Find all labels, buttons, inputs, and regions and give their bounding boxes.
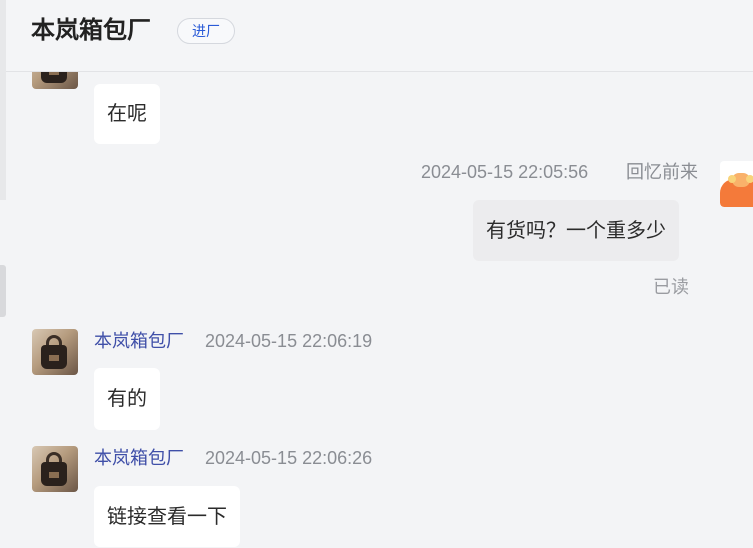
message-time: 2024-05-15 22:05:56 <box>421 162 589 182</box>
shop-title-overlay[interactable]: 本岚箱包厂 <box>31 15 151 47</box>
message-time: 2024-05-15 22:06:19 <box>205 331 373 351</box>
side-panel-handle[interactable] <box>0 265 6 317</box>
shop-avatar-icon[interactable] <box>32 329 78 375</box>
message-time: 2024-05-15 22:06:26 <box>205 448 373 468</box>
message-bubble[interactable]: 链接查看一下 <box>94 486 240 547</box>
message-sender: 回忆前来 <box>626 162 698 182</box>
message-bubble-mine[interactable]: 有货吗？一个重多少 <box>473 200 679 261</box>
chat-window: 本岚箱包厂 进厂 本岚箱包厂 进厂 在呢 2024-05-15 22:05:56… <box>0 0 753 548</box>
shop-avatar-icon[interactable] <box>32 446 78 492</box>
message-sender[interactable]: 本岚箱包厂 <box>94 446 184 470</box>
read-status: 已读 <box>653 277 689 297</box>
message-sender[interactable]: 本岚箱包厂 <box>94 329 184 353</box>
user-avatar-icon[interactable] <box>720 161 753 207</box>
enter-factory-badge[interactable]: 进厂 <box>177 18 235 44</box>
message-bubble[interactable]: 有的 <box>94 368 160 430</box>
message-bubble[interactable]: 在呢 <box>94 84 160 144</box>
